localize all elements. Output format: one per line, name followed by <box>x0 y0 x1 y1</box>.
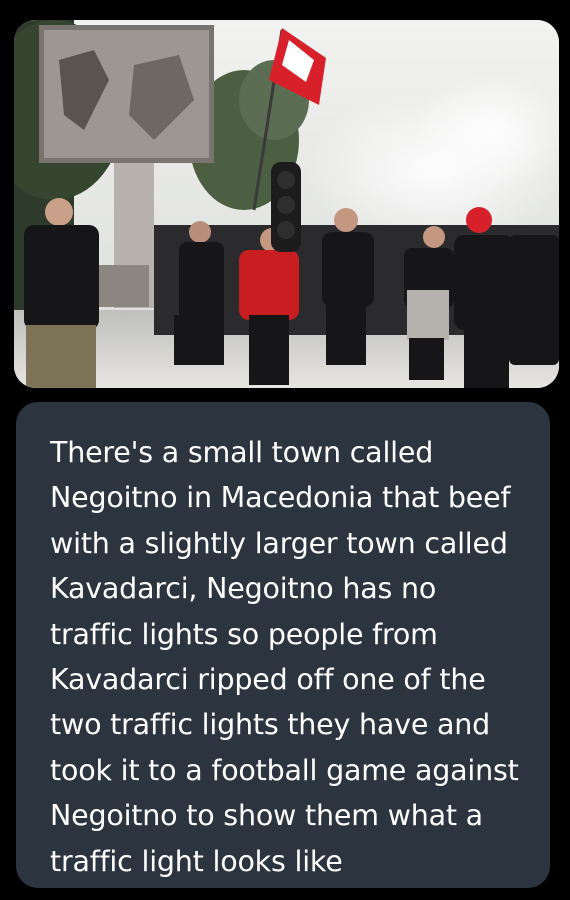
caption-bubble: There's a small town called Negoitno in … <box>16 402 550 888</box>
post-photo[interactable] <box>14 20 559 388</box>
caption-text: There's a small town called Negoitno in … <box>50 436 519 878</box>
crowd-photo-image <box>14 20 559 388</box>
